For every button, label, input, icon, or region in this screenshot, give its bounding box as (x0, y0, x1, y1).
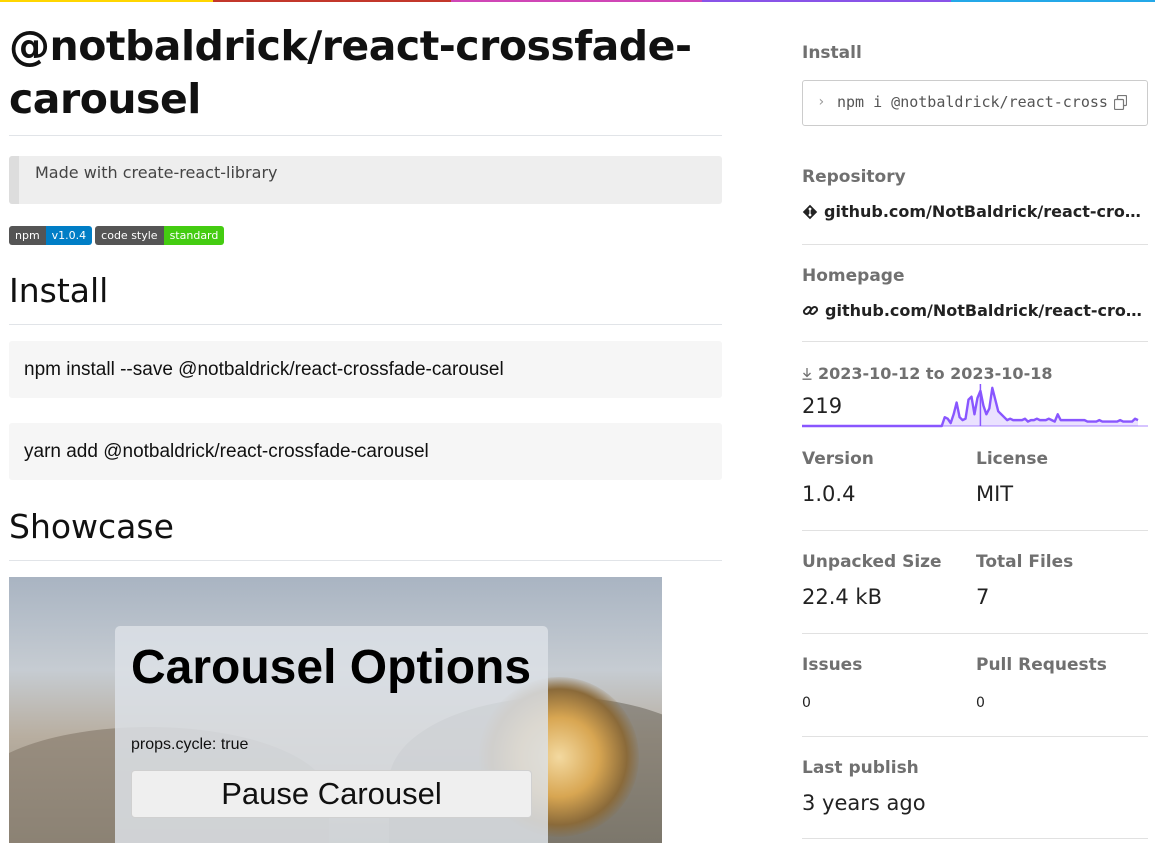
npm-install-command: npm install --save @notbaldrick/react-cr… (24, 359, 504, 380)
repository-link[interactable]: github.com/NotBaldrick/react-crossfade-c… (802, 202, 1148, 221)
divider (9, 135, 722, 136)
homepage-label: Homepage (802, 266, 905, 286)
brand-bar-segment (0, 0, 213, 2)
homepage-link[interactable]: github.com/NotBaldrick/react-crossfade-c… (802, 301, 1148, 320)
showcase-image: Carousel Options props.cycle: true Pause… (9, 577, 662, 843)
yarn-install-command: yarn add @notbaldrick/react-crossfade-ca… (24, 441, 429, 462)
divider (802, 244, 1148, 245)
download-icon (802, 367, 812, 380)
brand-bar-segment (451, 0, 702, 2)
brand-bar-segment (213, 0, 451, 2)
issues-count[interactable]: 0 (802, 695, 811, 711)
license-value: MIT (976, 482, 1014, 506)
divider (802, 633, 1148, 634)
badge-row: npm v1.0.4 code style standard (9, 226, 225, 245)
version-label: Version (802, 449, 874, 469)
repository-label: Repository (802, 167, 906, 187)
badge-value: standard (163, 226, 225, 245)
package-title: @notbaldrick/react-crossfade-carousel (9, 22, 692, 123)
install-label: Install (802, 43, 862, 63)
brand-color-bar (0, 0, 1155, 2)
carousel-options-title: Carousel Options (131, 641, 532, 694)
total-files-label: Total Files (976, 552, 1074, 572)
install-heading: Install (9, 271, 109, 310)
unpacked-size-label: Unpacked Size (802, 552, 942, 572)
npm-install-code-block[interactable]: npm install --save @notbaldrick/react-cr… (9, 341, 722, 398)
divider (802, 530, 1148, 531)
showcase-heading: Showcase (9, 507, 174, 546)
divider (9, 560, 722, 561)
downloads-sparkline[interactable] (802, 380, 1148, 428)
code-style-badge[interactable]: code style standard (95, 226, 225, 245)
cycle-prop-text: props.cycle: true (131, 736, 249, 753)
divider (802, 736, 1148, 737)
tagline-text: Made with create-react-library (35, 163, 278, 182)
version-value: 1.0.4 (802, 482, 856, 506)
unpacked-size-value: 22.4 kB (802, 585, 883, 609)
install-command[interactable]: npm i @notbaldrick/react-crossfade-carou… (837, 93, 1107, 111)
pull-requests-label: Pull Requests (976, 655, 1107, 675)
total-files-value: 7 (976, 585, 990, 609)
issues-label: Issues (802, 655, 863, 675)
divider (802, 838, 1148, 839)
badge-label: code style (95, 226, 164, 245)
npm-version-badge[interactable]: npm v1.0.4 (9, 226, 93, 245)
carousel-options-panel: Carousel Options props.cycle: true Pause… (115, 626, 548, 843)
divider (9, 324, 722, 325)
repository-url[interactable]: github.com/NotBaldrick/react-crossfade-c… (824, 202, 1142, 221)
copy-icon[interactable] (1114, 95, 1127, 110)
link-icon (802, 305, 819, 316)
pause-carousel-button[interactable]: Pause Carousel (131, 770, 532, 818)
homepage-url[interactable]: github.com/NotBaldrick/react-crossfade-c… (825, 301, 1143, 320)
brand-bar-segment (702, 0, 951, 2)
install-command-box[interactable]: › npm i @notbaldrick/react-crossfade-car… (802, 80, 1148, 126)
license-label: License (976, 449, 1049, 469)
last-publish-label: Last publish (802, 758, 919, 778)
divider (802, 341, 1148, 342)
terminal-prompt-icon: › (817, 94, 826, 110)
brand-bar-segment (951, 0, 1155, 2)
sparkline-area (802, 387, 1138, 426)
badge-label: npm (9, 226, 46, 245)
yarn-install-code-block[interactable]: yarn add @notbaldrick/react-crossfade-ca… (9, 423, 722, 480)
last-publish-value: 3 years ago (802, 791, 926, 815)
pull-requests-count[interactable]: 0 (976, 695, 985, 711)
git-icon (802, 204, 818, 219)
badge-value: v1.0.4 (45, 226, 93, 245)
tagline-blockquote: Made with create-react-library (9, 156, 722, 204)
